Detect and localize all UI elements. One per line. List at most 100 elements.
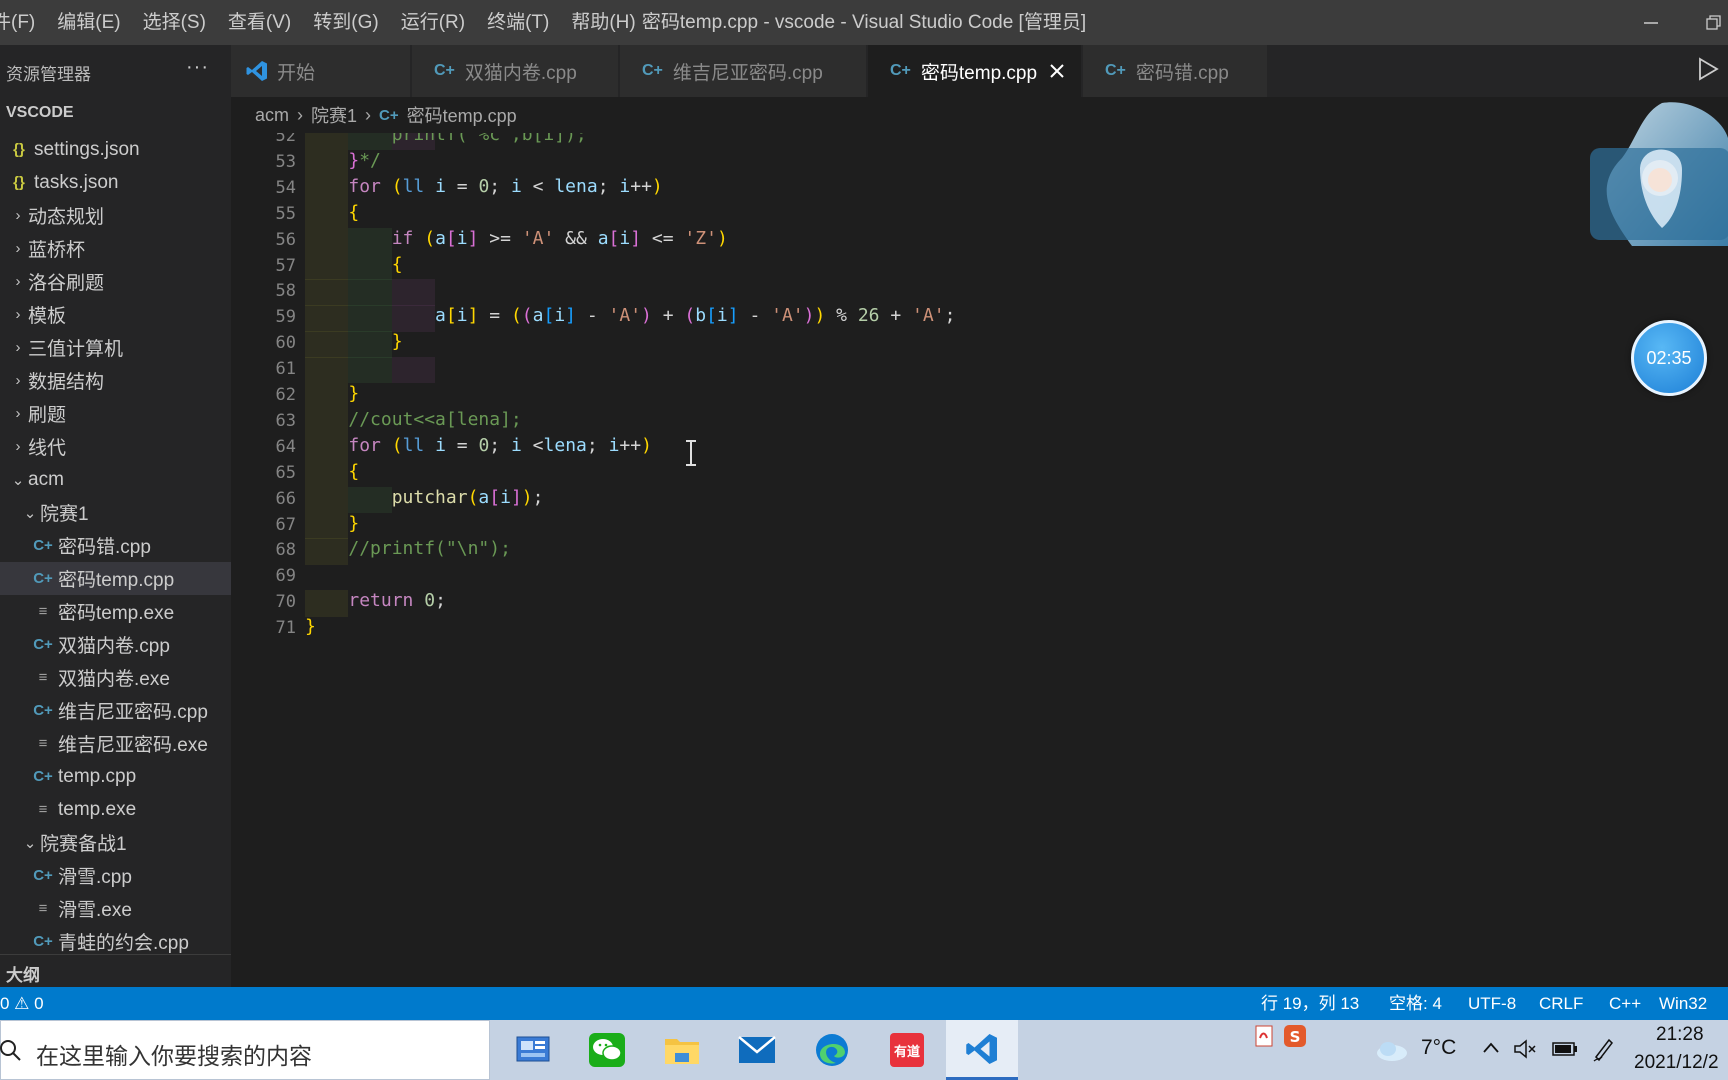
line-number: 52: [275, 133, 296, 146]
code-editor[interactable]: 52 53 54 55 56 57 58 59 60 61 62 63 64 65 66 67 68 69 70 71…: [231, 133, 1728, 987]
encoding[interactable]: UTF-8: [1468, 987, 1516, 1020]
language-mode[interactable]: C++: [1609, 987, 1641, 1020]
workspace-section-header[interactable]: VSCODE: [6, 104, 74, 122]
tree-item[interactable]: › 线代: [0, 430, 231, 463]
code-line[interactable]: }: [305, 616, 316, 637]
breadcrumb-file[interactable]: 密码temp.cpp: [407, 102, 517, 128]
code-line[interactable]: for (ll i = 0; i < lena; i++): [305, 176, 662, 197]
indentation[interactable]: 空格: 4: [1389, 987, 1442, 1020]
tree-item[interactable]: › 刷题: [0, 397, 231, 430]
line-number: 68: [275, 540, 296, 561]
tree-item[interactable]: C+ 密码错.cpp: [0, 529, 231, 562]
cpp-file-icon: C+: [642, 62, 663, 79]
tab-mima-cuo[interactable]: C+ 密码错.cpp: [1083, 45, 1268, 97]
code-line[interactable]: {: [305, 254, 403, 275]
edge-app[interactable]: [796, 1020, 868, 1080]
tree-item[interactable]: ⌄ 院赛备战1: [0, 826, 231, 859]
tab-shuangmao[interactable]: C+ 双猫内卷.cpp: [412, 45, 619, 97]
menu-run[interactable]: 运行(R): [390, 0, 476, 45]
tree-item[interactable]: C+ temp.cpp: [0, 760, 231, 793]
maximize-button[interactable]: [1690, 0, 1728, 45]
code-line[interactable]: putchar(a[i]);: [305, 487, 544, 508]
control-panel-app[interactable]: [497, 1020, 569, 1080]
code-line[interactable]: {: [305, 202, 359, 223]
breadcrumb-folder[interactable]: acm: [255, 105, 289, 126]
pen-icon[interactable]: [1591, 1036, 1615, 1062]
tree-item[interactable]: ≡ 维吉尼亚密码.exe: [0, 727, 231, 760]
code-line[interactable]: printf("%c",b[i]);: [305, 133, 587, 145]
menu-edit[interactable]: 编辑(E): [46, 0, 131, 45]
battery-icon[interactable]: [1552, 1040, 1578, 1058]
tree-item[interactable]: {} settings.json: [0, 133, 231, 166]
clock-time[interactable]: 21:28: [1656, 1024, 1704, 1046]
tab-vigenere[interactable]: C+ 维吉尼亚密码.cpp: [620, 45, 867, 97]
minimize-button[interactable]: [1628, 0, 1674, 45]
tree-item[interactable]: C+ 密码temp.cpp: [0, 562, 231, 595]
tree-item[interactable]: ⌄ 院赛1: [0, 496, 231, 529]
menu-view[interactable]: 查看(V): [217, 0, 302, 45]
weather-temperature[interactable]: 7°C: [1421, 1036, 1456, 1060]
breadcrumb-subfolder[interactable]: 院赛1: [311, 102, 357, 128]
code-line[interactable]: return 0;: [305, 590, 446, 611]
youdao-app[interactable]: 有道: [871, 1020, 943, 1080]
more-actions-icon[interactable]: ···: [186, 56, 209, 79]
platform[interactable]: Win32: [1659, 987, 1707, 1020]
menu-selection[interactable]: 选择(S): [132, 0, 217, 45]
tree-item-label: 院赛备战1: [40, 834, 127, 855]
tree-item[interactable]: ⌄ acm: [0, 463, 231, 496]
wps-tray-icon[interactable]: S: [1283, 1024, 1307, 1048]
tree-item[interactable]: › 洛谷刷题: [0, 265, 231, 298]
problems-indicator[interactable]: 0 ⚠ 0: [0, 987, 44, 1020]
line-number: 62: [275, 385, 296, 405]
tree-item[interactable]: ≡ 滑雪.exe: [0, 892, 231, 925]
code-line[interactable]: }*/: [305, 150, 381, 171]
tree-item-label: 滑雪.exe: [58, 900, 132, 921]
code-line[interactable]: }: [305, 513, 359, 534]
clock-date[interactable]: 2021/12/2: [1634, 1052, 1719, 1074]
tree-item[interactable]: {} tasks.json: [0, 166, 231, 199]
youdao-icon: 有道: [890, 1033, 924, 1067]
close-icon[interactable]: [1049, 63, 1065, 79]
file-explorer-app[interactable]: [646, 1020, 718, 1080]
tree-item[interactable]: › 动态规划: [0, 199, 231, 232]
tree-item[interactable]: › 蓝桥杯: [0, 232, 231, 265]
mail-app[interactable]: [721, 1020, 793, 1080]
menu-terminal[interactable]: 终端(T): [476, 0, 560, 45]
code-line[interactable]: //cout<<a[lena];: [305, 409, 521, 430]
speaker-muted-icon[interactable]: [1513, 1038, 1537, 1060]
menu-help[interactable]: 帮助(H): [560, 0, 646, 45]
indent-guide: [348, 279, 392, 306]
tree-item[interactable]: C+ 滑雪.cpp: [0, 859, 231, 892]
code-line[interactable]: for (ll i = 0; i <lena; i++): [305, 435, 652, 456]
code-line[interactable]: if (a[i] >= 'A' && a[i] <= 'Z'): [305, 228, 728, 249]
menu-go[interactable]: 转到(G): [302, 0, 389, 45]
tree-item-label: temp.cpp: [58, 765, 137, 787]
tab-welcome[interactable]: 开始: [231, 45, 411, 97]
tree-item[interactable]: ≡ 密码temp.exe: [0, 595, 231, 628]
tree-item[interactable]: C+ 双猫内卷.cpp: [0, 628, 231, 661]
code-line[interactable]: a[i] = ((a[i] - 'A') + (b[i] - 'A')) % 2…: [305, 305, 955, 326]
chevron-up-icon[interactable]: [1481, 1040, 1501, 1056]
code-line[interactable]: {: [305, 461, 359, 482]
tree-item[interactable]: C+ 维吉尼亚密码.cpp: [0, 694, 231, 727]
vscode-app[interactable]: [946, 1020, 1018, 1080]
code-line[interactable]: }: [305, 383, 359, 404]
tree-item[interactable]: ≡ 双猫内卷.exe: [0, 661, 231, 694]
wechat-app[interactable]: [571, 1020, 643, 1080]
line-number: 54: [275, 177, 296, 198]
cursor-position[interactable]: 行 19，列 13: [1261, 987, 1359, 1020]
tab-mima-temp[interactable]: C+ 密码temp.cpp: [868, 45, 1082, 97]
line-ending[interactable]: CRLF: [1539, 987, 1583, 1020]
vscode-icon: [966, 1033, 997, 1064]
run-icon[interactable]: [1696, 56, 1720, 82]
tree-item[interactable]: ≡ temp.exe: [0, 793, 231, 826]
pdf-tray-icon[interactable]: [1253, 1024, 1277, 1048]
weather-cloud-icon[interactable]: [1374, 1038, 1410, 1062]
tree-item[interactable]: › 数据结构: [0, 364, 231, 397]
tree-item[interactable]: › 模板: [0, 298, 231, 331]
code-line[interactable]: //printf("\n");: [305, 538, 511, 559]
menu-file[interactable]: 件(F): [0, 0, 46, 45]
code-line[interactable]: }: [305, 331, 403, 352]
tree-item[interactable]: › 三值计算机: [0, 331, 231, 364]
line-number: 63: [275, 410, 296, 431]
